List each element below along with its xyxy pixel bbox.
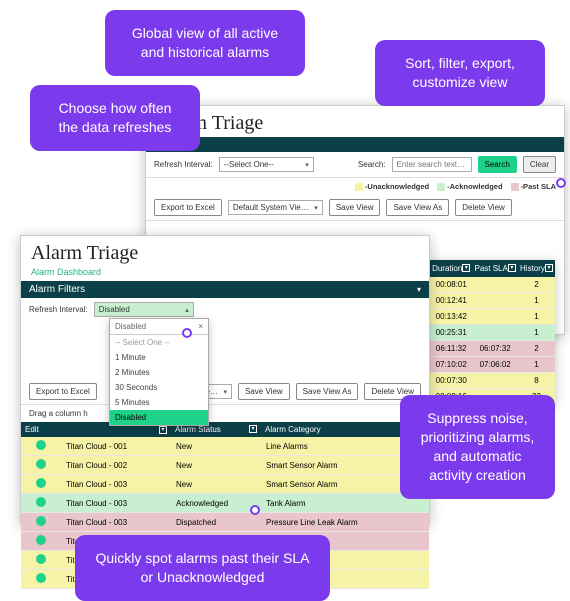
table-row[interactable]: Titan Cloud - 002NewSmart Sensor Alarm: [21, 456, 429, 475]
save-view-button-back[interactable]: Save View: [329, 199, 381, 216]
edit-icon[interactable]: [36, 535, 46, 545]
table-row[interactable]: 00:13:421: [430, 309, 555, 325]
close-icon[interactable]: ×: [198, 322, 203, 331]
table-row[interactable]: Titan Cloud - 003DispatchedPressure Line…: [21, 513, 429, 532]
filter-icon[interactable]: ▾: [159, 426, 167, 434]
filter-bar-back[interactable]: ▾: [146, 137, 564, 152]
col-past-sla[interactable]: Past SLA▾: [472, 260, 518, 277]
edit-icon[interactable]: [36, 554, 46, 564]
export-button-back[interactable]: Export to Excel: [154, 199, 222, 216]
refresh-dropdown[interactable]: Disabled × -- Select One -- 1 Minute2 Min…: [109, 318, 209, 426]
table-row[interactable]: 00:07:308: [430, 373, 555, 389]
breadcrumb[interactable]: Alarm Dashboard: [21, 267, 429, 281]
refresh-select[interactable]: Disabled▴: [94, 302, 194, 317]
callout-dot-sort: [556, 178, 566, 188]
chevron-down-icon: ▴: [185, 306, 189, 314]
refresh-option[interactable]: Disabled: [110, 410, 208, 425]
callout-global: Global view of all active and historical…: [105, 10, 305, 76]
callout-refresh: Choose how often the data refreshes: [30, 85, 200, 151]
refresh-label-front: Refresh Interval:: [29, 305, 88, 314]
refresh-option[interactable]: 1 Minute: [110, 350, 208, 365]
edit-icon[interactable]: [36, 478, 46, 488]
page-title-back: Alarm Triage: [146, 106, 564, 137]
callout-sort: Sort, filter, export, customize view: [375, 40, 545, 106]
drag-hint: Drag a column h: [21, 405, 429, 422]
table-row[interactable]: 00:08:012: [430, 277, 555, 293]
search-label: Search:: [358, 160, 386, 169]
table-row[interactable]: Titan Cloud - 001NewLine Alarms: [21, 437, 429, 456]
duration-table: Duration▾ Past SLA▾ History▾ 00:08:01200…: [430, 260, 555, 405]
legend: -Unacknowledged -Acknowledged -Past SLA: [355, 182, 556, 191]
col-history[interactable]: History▾: [518, 260, 555, 277]
filter-icon[interactable]: ▾: [508, 264, 516, 272]
edit-icon[interactable]: [36, 440, 46, 450]
filter-icon[interactable]: ▾: [249, 425, 257, 433]
table-row[interactable]: 00:25:311: [430, 325, 555, 341]
col-duration[interactable]: Duration▾: [430, 260, 472, 277]
save-view-as-button-back[interactable]: Save View As: [386, 199, 449, 216]
edit-icon[interactable]: [36, 459, 46, 469]
filter-icon[interactable]: ▾: [462, 264, 470, 272]
filter-icon[interactable]: ▾: [545, 264, 553, 272]
save-view-button[interactable]: Save View: [238, 383, 290, 400]
delete-view-button-back[interactable]: Delete View: [455, 199, 512, 216]
chevron-down-icon: ▾: [224, 388, 228, 396]
refresh-select-back[interactable]: --Select One--▾: [219, 157, 314, 172]
chevron-down-icon: ▾: [314, 204, 318, 212]
dropdown-header: -- Select One --: [110, 335, 208, 350]
filter-bar[interactable]: Alarm Filters▾: [21, 281, 429, 298]
edit-icon[interactable]: [36, 516, 46, 526]
table-row[interactable]: Titan Cloud - 003NewSmart Sensor Alarm: [21, 475, 429, 494]
collapse-icon: ▾: [417, 285, 421, 294]
page-title: Alarm Triage: [21, 236, 429, 267]
refresh-option[interactable]: 5 Minutes: [110, 395, 208, 410]
search-input[interactable]: [392, 157, 472, 172]
callout-dot-refresh: [182, 328, 192, 338]
search-button[interactable]: Search: [478, 156, 517, 173]
edit-icon[interactable]: [36, 573, 46, 583]
export-button[interactable]: Export to Excel: [29, 383, 97, 400]
edit-icon[interactable]: [36, 497, 46, 507]
callout-suppress: Suppress noise, prioritizing alarms, and…: [400, 395, 555, 499]
callout-dot-sla: [250, 505, 260, 515]
table-row[interactable]: 07:10:0207:06:021: [430, 357, 555, 373]
chevron-down-icon: ▾: [305, 161, 309, 169]
col-edit[interactable]: Edit: [21, 422, 61, 437]
view-select-back[interactable]: Default System Vie…▾: [228, 200, 323, 215]
refresh-option[interactable]: 30 Seconds: [110, 380, 208, 395]
table-row[interactable]: 00:12:411: [430, 293, 555, 309]
callout-sla: Quickly spot alarms past their SLA or Un…: [75, 535, 330, 601]
table-row[interactable]: Titan Cloud - 003AcknowledgedTank Alarm: [21, 494, 429, 513]
clear-button[interactable]: Clear: [523, 156, 556, 173]
refresh-label: Refresh Interval:: [154, 160, 213, 169]
panel-front: Alarm Triage Alarm Dashboard Alarm Filte…: [20, 235, 430, 525]
save-view-as-button[interactable]: Save View As: [296, 383, 359, 400]
refresh-option[interactable]: 2 Minutes: [110, 365, 208, 380]
table-row[interactable]: 06:11:3206:07:322: [430, 341, 555, 357]
